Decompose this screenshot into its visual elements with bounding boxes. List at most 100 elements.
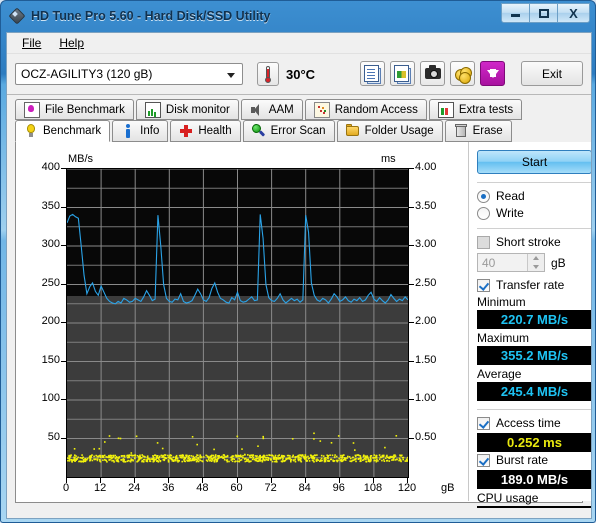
y2-tick-label: 2.00 xyxy=(415,315,437,327)
benchmark-bulb-icon xyxy=(24,124,38,138)
average-label: Average xyxy=(477,367,522,381)
tab-error-scan-label: Error Scan xyxy=(270,125,326,137)
results-panel: Start Read Write Short stroke 40 gB Tran… xyxy=(468,142,591,518)
coins-button[interactable] xyxy=(450,61,475,86)
x-tick-mark xyxy=(100,478,102,483)
screenshot-button[interactable] xyxy=(420,61,445,86)
minimum-value: 220.7 MB/s xyxy=(477,310,591,329)
download-button[interactable] xyxy=(480,61,505,86)
checkbox-access-time-label: Access time xyxy=(496,416,561,430)
short-stroke-unit: gB xyxy=(551,255,566,270)
window-controls: X xyxy=(501,3,590,23)
x-tick-mark xyxy=(66,478,67,483)
tab-folder-usage[interactable]: Folder Usage xyxy=(336,120,443,142)
tab-disk-monitor-label: Disk monitor xyxy=(165,103,230,116)
start-button-label: Start xyxy=(521,155,548,169)
checkbox-transfer-rate[interactable]: Transfer rate xyxy=(477,278,591,292)
x-tick-mark xyxy=(202,478,204,483)
tab-extra-tests[interactable]: Extra tests xyxy=(428,99,523,120)
x-tick-label: 120 xyxy=(397,482,417,494)
menu-item-file[interactable]: File xyxy=(13,34,50,52)
burst-rate-value: 189.0 MB/s xyxy=(477,470,591,489)
radio-write-label: Write xyxy=(496,206,524,220)
y2-tick-mark xyxy=(409,283,414,285)
tab-erase-label: Erase xyxy=(472,125,503,137)
start-button[interactable]: Start xyxy=(477,150,591,174)
benchmark-chart: MB/s ms 50 100 150 200 250 300 350 400 0.50 1.00… xyxy=(16,142,468,501)
y-tick-label: 50 xyxy=(47,430,60,443)
exit-button-label: Exit xyxy=(541,66,562,81)
minimize-button[interactable] xyxy=(501,3,530,23)
x-tick-label: 48 xyxy=(196,482,209,494)
radio-write[interactable]: Write xyxy=(477,206,591,220)
radio-read[interactable]: Read xyxy=(477,189,591,203)
x-tick-mark xyxy=(407,478,408,483)
tab-extra-tests-label: Extra tests xyxy=(458,103,514,116)
y-tick-label: 200 xyxy=(41,315,60,327)
tab-random-access[interactable]: Random Access xyxy=(304,99,427,120)
maximum-value: 355.2 MB/s xyxy=(477,346,591,365)
x-tick-mark xyxy=(168,478,170,483)
disk-monitor-icon xyxy=(144,101,161,118)
checkbox-access-time[interactable]: Access time xyxy=(477,416,591,430)
minimum-label: Minimum xyxy=(477,295,526,309)
copy-image-button[interactable] xyxy=(390,61,415,86)
y-tick-label: 250 xyxy=(41,276,60,289)
maximize-icon xyxy=(538,8,549,18)
exit-button[interactable]: Exit xyxy=(521,61,583,86)
tab-benchmark[interactable]: Benchmark xyxy=(15,120,111,142)
tab-health[interactable]: Health xyxy=(170,120,241,142)
tab-file-benchmark[interactable]: File Benchmark xyxy=(15,99,134,120)
drive-select[interactable]: OCZ-AGILITY3 (120 gB) xyxy=(15,63,243,85)
checkbox-transfer-rate-icon xyxy=(477,278,490,292)
copy-text-button[interactable] xyxy=(360,61,385,86)
checkbox-burst-rate-label: Burst rate xyxy=(496,453,549,467)
tab-erase[interactable]: Erase xyxy=(444,120,512,142)
divider xyxy=(477,228,591,229)
access-time-value: 0.252 ms xyxy=(477,433,591,452)
tab-health-label: Health xyxy=(198,125,232,137)
app-window: HD Tune Pro 5.60 - Hard Disk/SSD Utility… xyxy=(0,0,596,523)
chart-x-axis-unit: gB xyxy=(441,482,455,494)
x-tick-label: 24 xyxy=(128,482,141,494)
y2-tick-label: 4.00 xyxy=(415,161,437,173)
checkbox-short-stroke-label: Short stroke xyxy=(496,235,561,249)
menu-bar: File Help xyxy=(7,33,591,54)
y-tick-label: 100 xyxy=(41,392,60,404)
chart-y-axis-title: MB/s xyxy=(68,153,94,165)
tab-file-benchmark-label: File Benchmark xyxy=(45,103,125,116)
checkbox-short-stroke[interactable]: Short stroke xyxy=(477,235,591,249)
short-stroke-row: 40 gB xyxy=(477,253,591,272)
tab-error-scan[interactable]: Error Scan xyxy=(242,120,335,142)
stepper-down-icon[interactable] xyxy=(528,263,544,272)
random-access-icon xyxy=(313,101,330,118)
y2-tick-mark xyxy=(409,322,414,323)
menu-item-help[interactable]: Help xyxy=(50,34,93,52)
app-diamond-icon xyxy=(8,7,26,24)
maximize-button[interactable] xyxy=(529,3,558,23)
short-stroke-stepper[interactable] xyxy=(527,254,544,271)
cpu-usage-label: CPU usage xyxy=(477,491,539,505)
tab-aam[interactable]: AAM xyxy=(240,99,303,120)
chart-plot-area xyxy=(66,168,409,478)
chart-y2-axis-title: ms xyxy=(381,153,396,165)
tab-benchmark-label: Benchmark xyxy=(43,125,102,137)
radio-read-icon xyxy=(477,189,490,203)
short-stroke-input[interactable]: 40 xyxy=(477,253,545,272)
y-tick-mark xyxy=(61,168,66,169)
close-button[interactable]: X xyxy=(557,3,590,23)
radio-write-icon xyxy=(477,206,490,220)
stepper-up-icon[interactable] xyxy=(528,254,544,263)
health-cross-icon xyxy=(179,124,193,138)
y2-tick-label: 1.50 xyxy=(415,353,437,366)
tab-random-access-label: Random Access xyxy=(334,103,418,116)
y2-tick-label: 3.00 xyxy=(415,238,437,250)
y2-tick-label: 2.50 xyxy=(415,276,437,289)
checkbox-burst-rate[interactable]: Burst rate xyxy=(477,453,591,467)
tab-row-secondary: File Benchmark Disk monitor AAM Random A… xyxy=(7,99,591,120)
tab-info[interactable]: Info xyxy=(112,120,169,142)
tab-disk-monitor[interactable]: Disk monitor xyxy=(135,99,239,120)
thermometer-button[interactable] xyxy=(257,62,279,86)
toolbar-buttons xyxy=(360,61,505,86)
camera-icon xyxy=(424,65,441,79)
